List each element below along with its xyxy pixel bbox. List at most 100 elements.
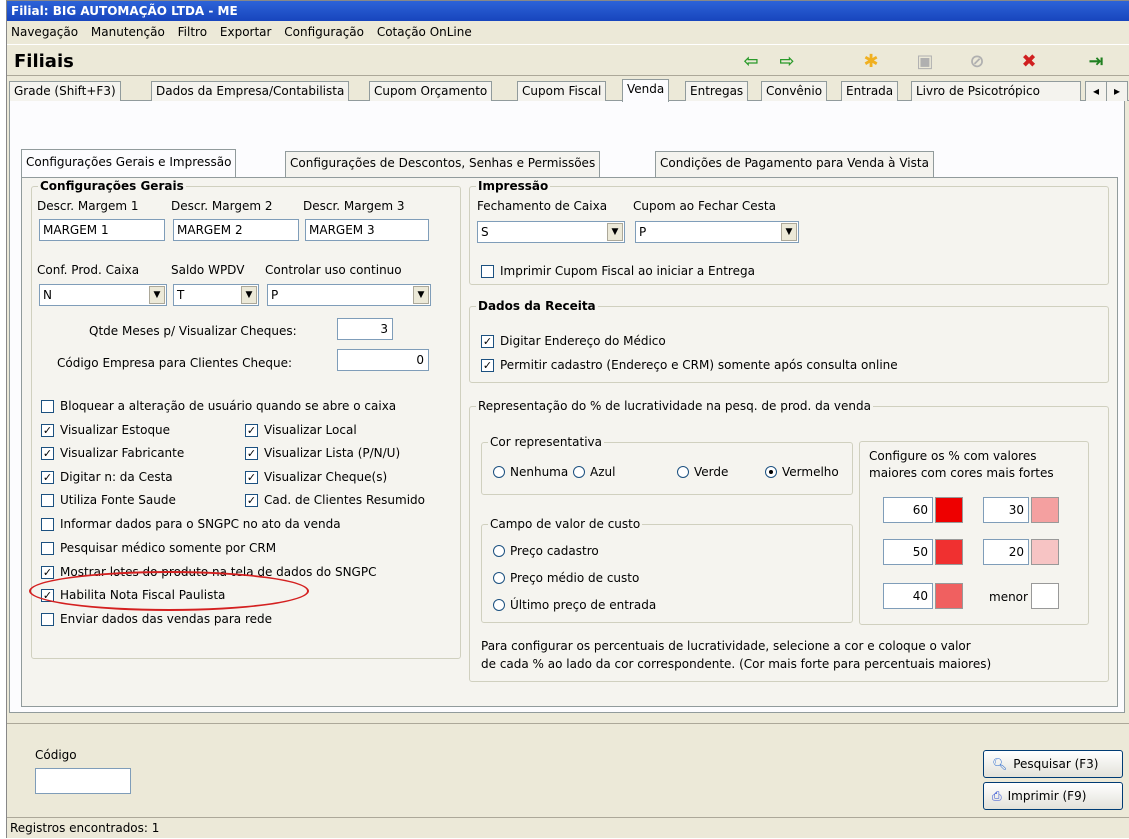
vis-lista-checkbox[interactable]: ✓ Visualizar Lista (P/N/U) [245, 446, 400, 460]
margem3-input[interactable]: MARGEM 3 [305, 219, 429, 241]
pct-input-5[interactable]: 40 [883, 583, 933, 609]
tab-entregas[interactable]: Entregas [685, 81, 749, 101]
pct-input-2[interactable]: 30 [983, 497, 1029, 523]
cor-azul-label: Azul [590, 465, 616, 479]
digitar-endereco-label: Digitar Endereço do Médico [500, 334, 666, 348]
fonte-saude-label: Utiliza Fonte Saude [60, 493, 176, 507]
nota-paulista-checkbox[interactable]: ✓ Habilita Nota Fiscal Paulista [41, 588, 225, 602]
tab-grade[interactable]: Grade (Shift+F3) [9, 81, 121, 101]
margem3-label: Descr. Margem 3 [303, 199, 405, 213]
permitir-cadastro-checkbox[interactable]: ✓ Permitir cadastro (Endereço e CRM) some… [481, 358, 898, 372]
fechamento-select[interactable]: S ▼ [477, 221, 625, 243]
digitar-cesta-checkbox[interactable]: ✓ Digitar n: da Cesta [41, 470, 173, 484]
page-title: Filiais [14, 51, 74, 72]
imprimir-entrega-checkbox[interactable]: Imprimir Cupom Fiscal ao iniciar a Entre… [481, 264, 755, 278]
back-arrow-icon[interactable]: ⇦ [739, 49, 763, 73]
cupom-value: P [639, 225, 647, 239]
cancel-icon[interactable]: ⊘ [965, 49, 989, 73]
saldo-select[interactable]: T ▼ [173, 284, 259, 306]
imprimir-button[interactable]: ⎙ Imprimir (F9) [983, 782, 1123, 810]
sngpc-checkbox[interactable]: Informar dados para o SNGPC no ato da ve… [41, 517, 341, 531]
fonte-saude-checkbox[interactable]: Utiliza Fonte Saude [41, 493, 176, 507]
conf-prod-select[interactable]: N ▼ [39, 284, 167, 306]
cupom-select[interactable]: P ▼ [635, 221, 799, 243]
menu-manutencao[interactable]: Manutenção [91, 25, 165, 39]
menu-exportar[interactable]: Exportar [220, 25, 272, 39]
help-text-2: de cada % ao lado da cor correspondente.… [481, 657, 992, 671]
cor-verde-radio[interactable]: Verde [677, 465, 728, 479]
margem2-input[interactable]: MARGEM 2 [173, 219, 299, 241]
delete-icon[interactable]: ✖ [1017, 49, 1041, 73]
vis-local-checkbox[interactable]: ✓ Visualizar Local [245, 423, 357, 437]
imprimir-label: Imprimir (F9) [1007, 789, 1087, 803]
color-swatch-5[interactable] [935, 583, 963, 609]
menu-filtro[interactable]: Filtro [178, 25, 207, 39]
printer-icon: ⎙ [992, 788, 1002, 803]
pesquisar-button[interactable]: 🔍︎ Pesquisar (F3) [983, 750, 1123, 778]
codigo-input[interactable] [35, 768, 131, 794]
tab-scroll-left-icon[interactable]: ◂ [1085, 81, 1107, 101]
tab-convenio[interactable]: Convênio [761, 81, 828, 101]
custo-cadastro-radio[interactable]: Preço cadastro [493, 544, 599, 558]
codigo-empresa-input[interactable]: 0 [337, 349, 429, 371]
color-swatch-2[interactable] [1031, 497, 1059, 523]
pct-input-3[interactable]: 50 [883, 539, 933, 565]
menu-navegacao[interactable]: Navegação [11, 25, 78, 39]
cor-vermelho-radio[interactable]: Vermelho [765, 465, 839, 479]
tab-venda[interactable]: Venda [622, 79, 670, 102]
menu-configuracao[interactable]: Configuração [284, 25, 364, 39]
tab-cupom-orcamento[interactable]: Cupom Orçamento [369, 81, 493, 101]
sub-tabs: Configurações Gerais e Impressão Configu… [21, 149, 981, 177]
impressao-legend: Impressão [478, 179, 549, 193]
enviar-dados-checkbox[interactable]: Enviar dados das vendas para rede [41, 612, 272, 626]
cad-clientes-checkbox[interactable]: ✓ Cad. de Clientes Resumido [245, 493, 425, 507]
qtde-input[interactable]: 3 [337, 318, 393, 340]
tab-dados-empresa[interactable]: Dados da Empresa/Contabilista [151, 81, 350, 101]
new-record-icon[interactable]: ✱ [859, 49, 883, 73]
pct-input-4[interactable]: 20 [983, 539, 1029, 565]
sngpc-label: Informar dados para o SNGPC no ato da ve… [60, 517, 341, 531]
save-icon[interactable]: ▣ [913, 49, 937, 73]
main-window: Filial: BIG AUTOMAÇÃO LTDA - ME Navegaçã… [6, 0, 1129, 838]
vis-estoque-checkbox[interactable]: ✓ Visualizar Estoque [41, 423, 170, 437]
dropdown-arrow-icon[interactable]: ▼ [241, 286, 257, 304]
dropdown-arrow-icon[interactable]: ▼ [149, 286, 165, 304]
custo-medio-radio[interactable]: Preço médio de custo [493, 571, 639, 585]
color-swatch-6[interactable] [1031, 583, 1059, 609]
cor-azul-radio[interactable]: Azul [573, 465, 615, 479]
subtab-config-gerais[interactable]: Configurações Gerais e Impressão [21, 149, 237, 177]
tab-cupom-fiscal[interactable]: Cupom Fiscal [517, 81, 607, 101]
dropdown-arrow-icon[interactable]: ▼ [413, 286, 429, 304]
digitar-endereco-checkbox[interactable]: ✓ Digitar Endereço do Médico [481, 334, 666, 348]
pesquisar-label: Pesquisar (F3) [1013, 757, 1099, 771]
subtab-condicoes-pagamento[interactable]: Condições de Pagamento para Venda à Vist… [655, 151, 934, 177]
dropdown-arrow-icon[interactable]: ▼ [607, 223, 623, 241]
color-swatch-3[interactable] [935, 539, 963, 565]
tab-scroll-right-icon[interactable]: ▸ [1106, 81, 1128, 101]
controlar-select[interactable]: P ▼ [267, 284, 431, 306]
tab-entrada[interactable]: Entrada [841, 81, 899, 101]
dropdown-arrow-icon[interactable]: ▼ [781, 223, 797, 241]
bloquear-checkbox[interactable]: Bloquear a alteração de usuário quando s… [41, 399, 396, 413]
custo-ultimo-radio[interactable]: Último preço de entrada [493, 598, 656, 612]
mostrar-lotes-checkbox[interactable]: ✓ Mostrar lotes do produto na tela de dad… [41, 565, 376, 579]
margem1-input[interactable]: MARGEM 1 [39, 219, 165, 241]
pesquisar-crm-checkbox[interactable]: Pesquisar médico somente por CRM [41, 541, 276, 555]
cor-verde-label: Verde [694, 465, 729, 479]
toolbar: Filiais ⇦ ⇨ ✱ ▣ ⊘ ✖ ⇥ [7, 44, 1129, 76]
cor-nenhuma-radio[interactable]: Nenhuma [493, 465, 568, 479]
pct-input-1[interactable]: 60 [883, 497, 933, 523]
color-swatch-1[interactable] [935, 497, 963, 523]
color-swatch-4[interactable] [1031, 539, 1059, 565]
margem2-label: Descr. Margem 2 [171, 199, 273, 213]
vis-cheques-checkbox[interactable]: ✓ Visualizar Cheque(s) [245, 470, 387, 484]
forward-arrow-icon[interactable]: ⇨ [775, 49, 799, 73]
tab-livro-psicotropico[interactable]: Livro de Psicotrópico [911, 81, 1081, 101]
menor-label: menor [989, 590, 1028, 604]
vis-fabricante-checkbox[interactable]: ✓ Visualizar Fabricante [41, 446, 184, 460]
margem1-label: Descr. Margem 1 [37, 199, 139, 213]
exit-icon[interactable]: ⇥ [1084, 49, 1108, 73]
vis-cheques-label: Visualizar Cheque(s) [264, 470, 388, 484]
subtab-descontos[interactable]: Configurações de Descontos, Senhas e Per… [285, 151, 601, 177]
menu-cotacao[interactable]: Cotação OnLine [377, 25, 472, 39]
